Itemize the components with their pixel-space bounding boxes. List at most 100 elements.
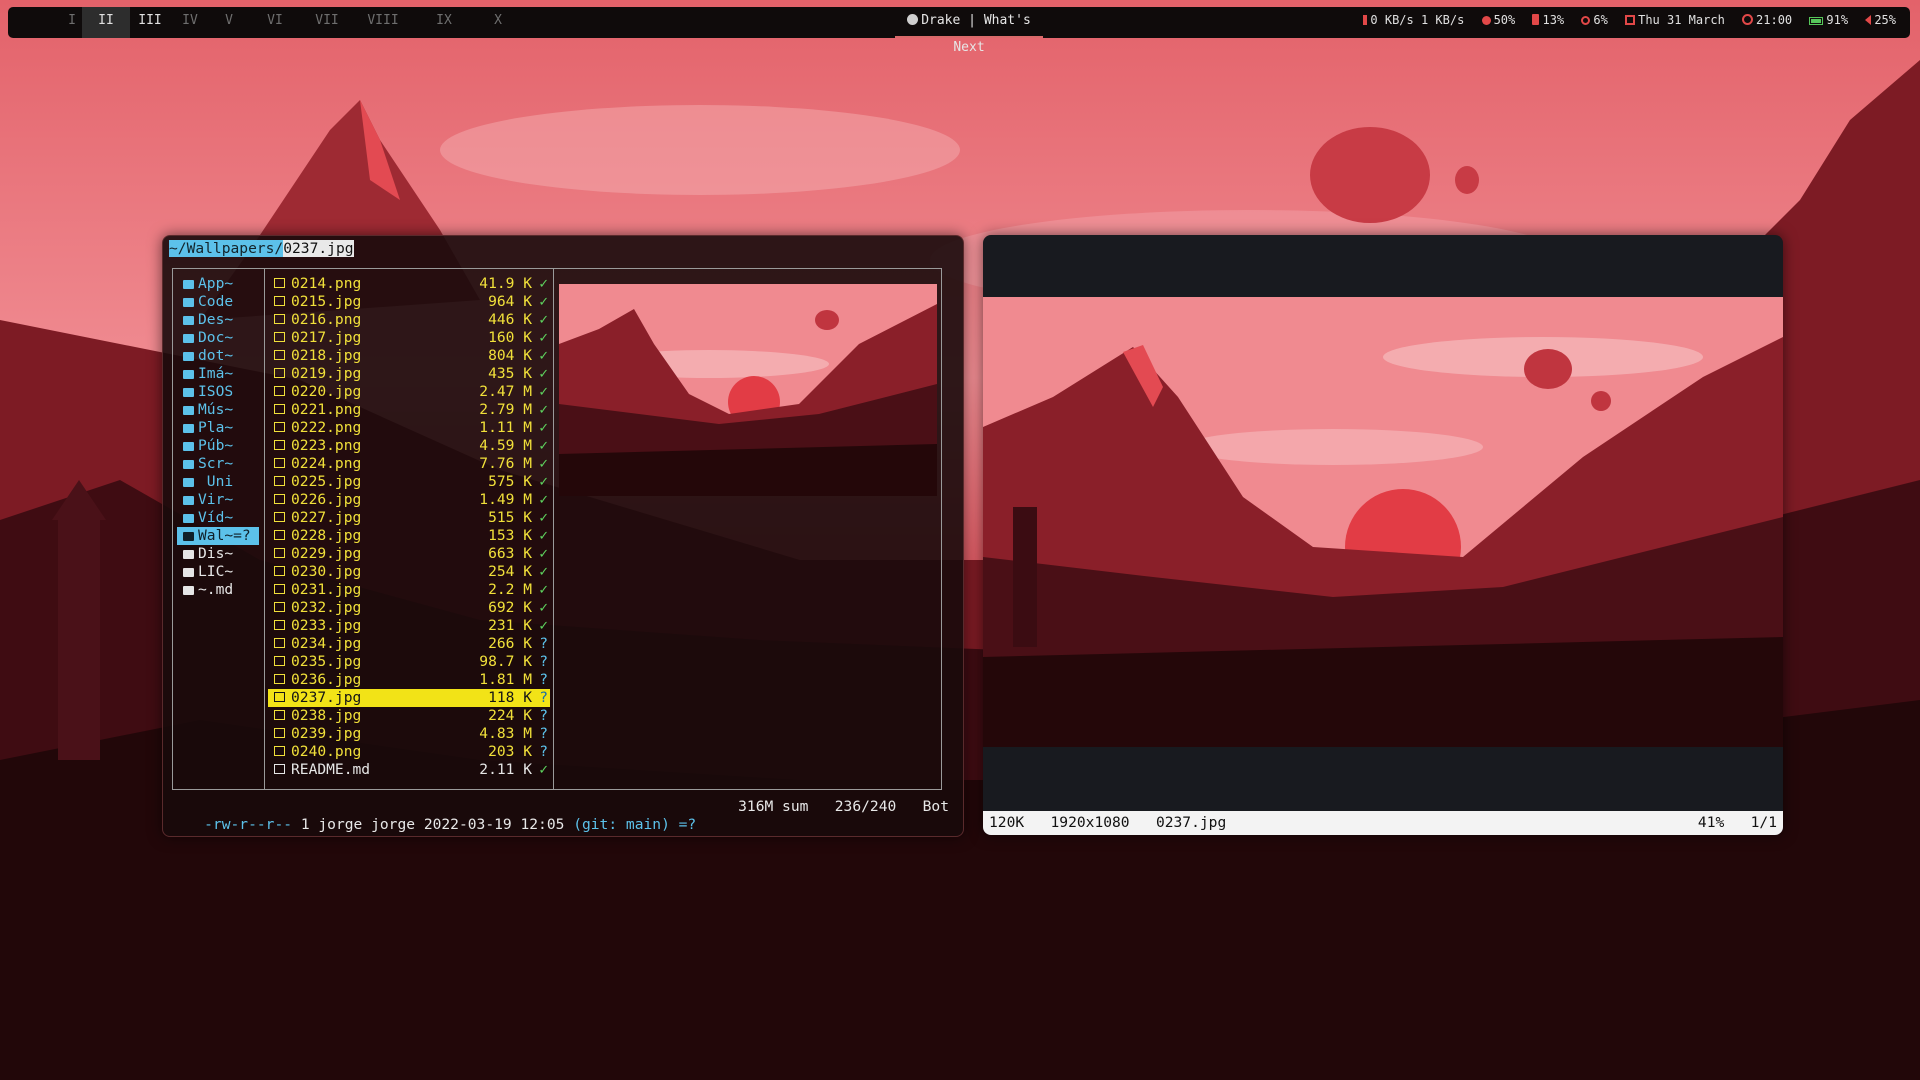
volume-module[interactable]: 25% (1865, 13, 1896, 27)
dir-entry[interactable]: Uni (177, 473, 259, 491)
file-entry[interactable]: 0229.jpg 663 K ✓ (268, 545, 550, 563)
image-file-icon (274, 404, 285, 414)
graduation-cap-icon (183, 478, 194, 487)
dir-entry[interactable]: Code (177, 293, 259, 311)
network-module: 0 KB/s 1 KB/s (1363, 13, 1464, 27)
file-entry[interactable]: 0221.png 2.79 M ✓ (268, 401, 550, 419)
image-file-icon (274, 422, 285, 432)
now-playing[interactable]: Drake | What's Next (895, 7, 1043, 55)
dir-entry[interactable]: Imá~ (177, 365, 259, 383)
dir-entry[interactable]: LIC~ (177, 563, 259, 581)
file-entry[interactable]: 0228.jpg 153 K ✓ (268, 527, 550, 545)
file-entry[interactable]: 0217.jpg 160 K ✓ (268, 329, 550, 347)
dir-entry[interactable]: Dis~ (177, 545, 259, 563)
file-entry[interactable]: 0227.jpg 515 K ✓ (268, 509, 550, 527)
file-entry[interactable]: README.md 2.11 K ✓ (268, 761, 550, 779)
dir-entry-label: ~.md (198, 581, 234, 598)
file-entry[interactable]: 0234.jpg 266 K? (268, 635, 550, 653)
markdown-icon (183, 586, 194, 595)
image-file-icon (274, 746, 285, 756)
file-entry[interactable]: 0231.jpg 2.2 M ✓ (268, 581, 550, 599)
image-icon (183, 370, 194, 379)
image-filename: 0237.jpg (1155, 814, 1227, 831)
file-entry[interactable]: 0235.jpg 98.7 K? (268, 653, 550, 671)
dir-entry[interactable]: Wal~=? (177, 527, 259, 545)
license-icon (183, 568, 194, 577)
file-name: 0233.jpg (291, 617, 362, 634)
file-entry[interactable]: 0219.jpg 435 K ✓ (268, 365, 550, 383)
git-status-flag: ✓ (539, 581, 548, 598)
image-file-icon (274, 584, 285, 594)
file-entry[interactable]: 0230.jpg 254 K ✓ (268, 563, 550, 581)
file-entry[interactable]: 0225.jpg 575 K ✓ (268, 473, 550, 491)
file-name: 0228.jpg (291, 527, 362, 544)
file-size: 692 K (488, 599, 532, 616)
workspace-9[interactable]: IX (414, 7, 474, 38)
dir-entry[interactable]: ~.md (177, 581, 259, 599)
file-entry[interactable]: 0215.jpg 964 K ✓ (268, 293, 550, 311)
file-entry[interactable]: 0240.png 203 K? (268, 743, 550, 761)
clock-module[interactable]: 21:00 (1742, 13, 1792, 27)
file-entry[interactable]: 0216.png 446 K ✓ (268, 311, 550, 329)
folder-icon (183, 388, 194, 397)
dir-entry[interactable]: App~ (177, 275, 259, 293)
system-status: 0 KB/s 1 KB/s 50% 13% 6% Thu 31 March 21… (1353, 7, 1896, 38)
workspace-6[interactable]: VI (248, 7, 302, 38)
dir-entry[interactable]: Doc~ (177, 329, 259, 347)
dir-entry-label: Scr~ (198, 455, 234, 472)
dir-entry[interactable]: Púb~ (177, 437, 259, 455)
file-size: 203 K (488, 743, 532, 760)
image-viewer-window[interactable]: 120K 1920x1080 0237.jpg 41% 1/1 (983, 235, 1783, 835)
git-status-flag: ✓ (539, 509, 548, 526)
dir-entry[interactable]: ISOS (177, 383, 259, 401)
dir-entry-label: Dis~ (198, 545, 234, 562)
workspace-1[interactable]: I (62, 7, 82, 38)
file-name: 0216.png (291, 311, 362, 328)
file-entry[interactable]: 0236.jpg 1.81 M? (268, 671, 550, 689)
workspace-7[interactable]: VII (302, 7, 352, 38)
workspace-10[interactable]: X (474, 7, 522, 38)
file-entry[interactable]: 0220.jpg 2.47 M ✓ (268, 383, 550, 401)
dir-entry[interactable]: dot~ (177, 347, 259, 365)
workspace-5[interactable]: V (210, 7, 248, 38)
file-entry[interactable]: 0238.jpg 224 K? (268, 707, 550, 725)
git-status-flag: ✓ (539, 401, 548, 418)
git-status-flag: ✓ (539, 599, 548, 616)
file-entry[interactable]: 0233.jpg 231 K ✓ (268, 617, 550, 635)
date-module[interactable]: Thu 31 March (1625, 13, 1725, 27)
dir-entry[interactable]: Víd~ (177, 509, 259, 527)
file-entry[interactable]: 0224.png 7.76 M ✓ (268, 455, 550, 473)
dir-entry-label: Uni (198, 473, 234, 490)
file-entry[interactable]: 0223.png 4.59 M ✓ (268, 437, 550, 455)
ranger-terminal-window[interactable]: ~/Wallpapers/0237.jpg App~ Code Des~ Doc~ do… (162, 235, 964, 837)
file-entry-selected[interactable]: 0237.jpg 118 K? (268, 689, 550, 707)
workspace-8[interactable]: VIII (352, 7, 414, 38)
file-name: 0231.jpg (291, 581, 362, 598)
file-entry[interactable]: 0218.jpg 804 K ✓ (268, 347, 550, 365)
dir-entry[interactable]: Mús~ (177, 401, 259, 419)
dir-entry[interactable]: Pla~ (177, 419, 259, 437)
file-entry[interactable]: 0226.jpg 1.49 M ✓ (268, 491, 550, 509)
file-name: 0235.jpg (291, 653, 362, 670)
file-name: 0234.jpg (291, 635, 362, 652)
workspace-2[interactable]: II (82, 7, 130, 38)
file-entry[interactable]: 0239.jpg 4.83 M? (268, 725, 550, 743)
code-icon (183, 298, 194, 307)
image-file-icon (274, 512, 285, 522)
dir-entry[interactable]: Vir~ (177, 491, 259, 509)
file-entry[interactable]: 0214.png 41.9 K ✓ (268, 275, 550, 293)
workspace-4[interactable]: IV (170, 7, 210, 38)
dir-entry[interactable]: Scr~ (177, 455, 259, 473)
workspace-3[interactable]: III (130, 7, 170, 38)
file-entry[interactable]: 0232.jpg 692 K ✓ (268, 599, 550, 617)
folder-icon (183, 352, 194, 361)
git-status-flag: ✓ (539, 491, 548, 508)
file-name: 0214.png (291, 275, 362, 292)
dir-entry[interactable]: Des~ (177, 311, 259, 329)
wallpaper-image[interactable] (983, 297, 1783, 747)
file-name: 0217.jpg (291, 329, 362, 346)
file-entry[interactable]: 0222.png 1.11 M ✓ (268, 419, 550, 437)
git-status-flag: ✓ (539, 455, 548, 472)
git-status-flag: ✓ (539, 473, 548, 490)
file-permissions: -rw-r--r-- (204, 816, 293, 833)
